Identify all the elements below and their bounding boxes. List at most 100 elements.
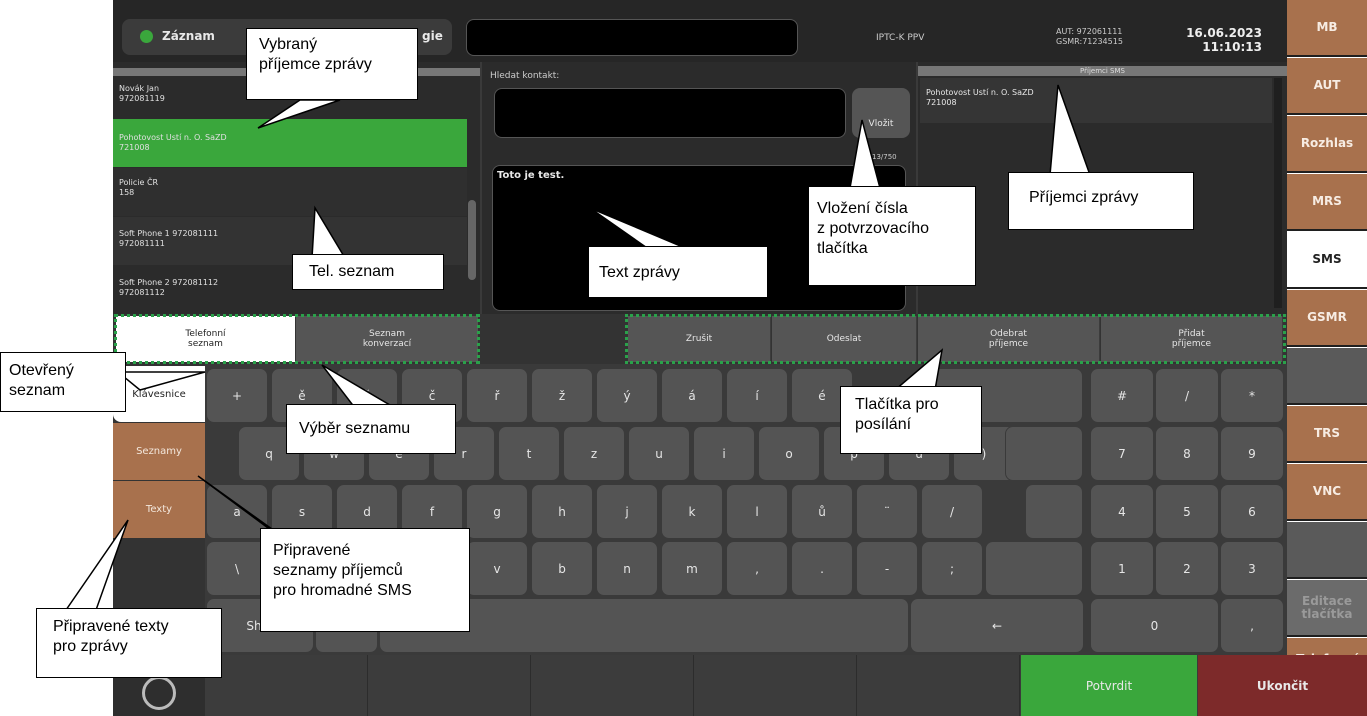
key[interactable]: + [206, 368, 268, 423]
side-menu-mrs[interactable]: MRS [1287, 174, 1367, 231]
numpad-key[interactable]: 7 [1090, 426, 1154, 481]
send-button[interactable]: Odeslat [772, 316, 917, 362]
date: 16.06.2023 [1186, 26, 1262, 40]
side-menu-sms[interactable]: SMS [1287, 232, 1367, 289]
key[interactable]: n [596, 541, 658, 596]
side-menu-aut[interactable]: AUT [1287, 58, 1367, 115]
bottom-slot[interactable] [368, 655, 531, 716]
key[interactable]: / [921, 484, 983, 539]
clock: 16.06.2023 11:10:13 [1178, 26, 1262, 54]
numpad-key[interactable]: 2 [1155, 541, 1219, 596]
key[interactable]: o [758, 426, 820, 481]
key[interactable]: i [693, 426, 755, 481]
key-blank[interactable] [985, 541, 1083, 596]
tab-phonebook[interactable]: Telefonní seznam [116, 316, 295, 362]
end-button[interactable]: Ukončit [1198, 655, 1367, 716]
numpad-key[interactable]: 3 [1220, 541, 1284, 596]
recipient-item[interactable]: Pohotovost Ustí n. O. SaZD 721008 [920, 78, 1272, 123]
key[interactable]: b [531, 541, 593, 596]
menu-texts[interactable]: Texty [113, 481, 205, 538]
key[interactable]: ž [531, 368, 593, 423]
key-blank[interactable] [1005, 426, 1083, 481]
identity-info: AUT: 972061111 GSMR:71234515 [1056, 27, 1123, 47]
gsmr-number: GSMR:71234515 [1056, 37, 1123, 46]
numpad-key[interactable]: 9 [1220, 426, 1284, 481]
contact-name: Policie ČR [119, 178, 159, 187]
side-menu-vnc[interactable]: VNC [1287, 464, 1367, 521]
bottom-slot[interactable] [531, 655, 694, 716]
key[interactable]: j [596, 484, 658, 539]
contact-number: 972081112 [119, 288, 165, 297]
side-menu-gsmr[interactable]: GSMR [1287, 290, 1367, 347]
contact-item[interactable]: Policie ČR 158 [113, 168, 467, 216]
key[interactable]: ř [466, 368, 528, 423]
key[interactable]: ; [921, 541, 983, 596]
key[interactable]: ¨ [856, 484, 918, 539]
side-menu-rozhlas[interactable]: Rozhlas [1287, 116, 1367, 173]
key[interactable]: z [563, 426, 625, 481]
callout-phonebook: Tel. seznam [292, 254, 444, 290]
key[interactable]: g [466, 484, 528, 539]
insert-button[interactable]: Vložit [852, 88, 910, 138]
center-label: IPTC-K PPV [876, 33, 925, 43]
backspace-key[interactable]: ← [910, 598, 1084, 653]
confirm-button[interactable]: Potvrdit [1021, 655, 1197, 716]
remove-recipient-button[interactable]: Odebrat příjemce [918, 316, 1100, 362]
record-suffix: gie [422, 29, 443, 43]
cancel-button[interactable]: Zrušit [628, 316, 771, 362]
recipients-scrollbar[interactable] [1274, 78, 1282, 308]
key[interactable]: ů [791, 484, 853, 539]
tab-conversations[interactable]: Seznam konverzací [296, 316, 478, 362]
key[interactable]: í [726, 368, 788, 423]
side-menu-empty[interactable] [1287, 348, 1367, 405]
numpad-key[interactable]: * [1220, 368, 1284, 423]
contact-list-scrollbar[interactable] [468, 200, 476, 280]
key[interactable]: k [661, 484, 723, 539]
numpad-key[interactable]: 5 [1155, 484, 1219, 539]
key[interactable]: , [726, 541, 788, 596]
menu-lists[interactable]: Seznamy [113, 423, 205, 480]
key-blank[interactable] [1025, 484, 1083, 539]
numpad-key[interactable]: 1 [1090, 541, 1154, 596]
numpad-key-zero[interactable]: 0 [1090, 598, 1219, 653]
key[interactable]: \ [206, 541, 268, 596]
numpad-key[interactable]: 8 [1155, 426, 1219, 481]
key[interactable]: v [466, 541, 528, 596]
key[interactable]: ý [596, 368, 658, 423]
bottom-slot[interactable] [205, 655, 368, 716]
numpad-key[interactable]: 4 [1090, 484, 1154, 539]
side-menu-trs[interactable]: TRS [1287, 406, 1367, 463]
search-input[interactable] [494, 88, 846, 138]
callout-prepared-texts: Připravené texty pro zprávy [36, 608, 222, 678]
bottom-slot[interactable] [694, 655, 857, 716]
numpad-key[interactable]: # [1090, 368, 1154, 423]
key[interactable]: a [206, 484, 268, 539]
bottom-slot[interactable] [857, 655, 1020, 716]
key[interactable]: u [628, 426, 690, 481]
contact-number: 972081111 [119, 239, 165, 248]
key[interactable]: - [856, 541, 918, 596]
time: 11:10:13 [1202, 40, 1262, 54]
key[interactable]: á [661, 368, 723, 423]
numpad-key[interactable]: / [1155, 368, 1219, 423]
key[interactable]: l [726, 484, 788, 539]
menu-keyboard[interactable]: Klávesnice [113, 366, 205, 422]
callout-text: Text zprávy [588, 246, 768, 298]
aut-number: AUT: 972061111 [1056, 27, 1123, 36]
status-display [466, 19, 798, 56]
callout-open-list: Otevřený seznam [0, 352, 126, 412]
numpad-key[interactable]: 6 [1220, 484, 1284, 539]
side-menu-empty[interactable] [1287, 522, 1367, 579]
numpad-key[interactable]: , [1220, 598, 1284, 653]
side-menu-mb[interactable]: MB [1287, 0, 1367, 57]
contact-name: Novák Jan [119, 84, 160, 93]
contact-number: 721008 [119, 143, 150, 152]
side-menu-editace-tlačítka[interactable]: Editace tlačítka [1287, 580, 1367, 637]
key[interactable]: h [531, 484, 593, 539]
add-recipient-button[interactable]: Přidat příjemce [1101, 316, 1283, 362]
contact-item-selected[interactable]: Pohotovost Ustí n. O. SaZD 721008 [113, 119, 467, 167]
key[interactable]: m [661, 541, 723, 596]
key[interactable]: t [498, 426, 560, 481]
power-icon[interactable] [142, 676, 176, 710]
key[interactable]: . [791, 541, 853, 596]
